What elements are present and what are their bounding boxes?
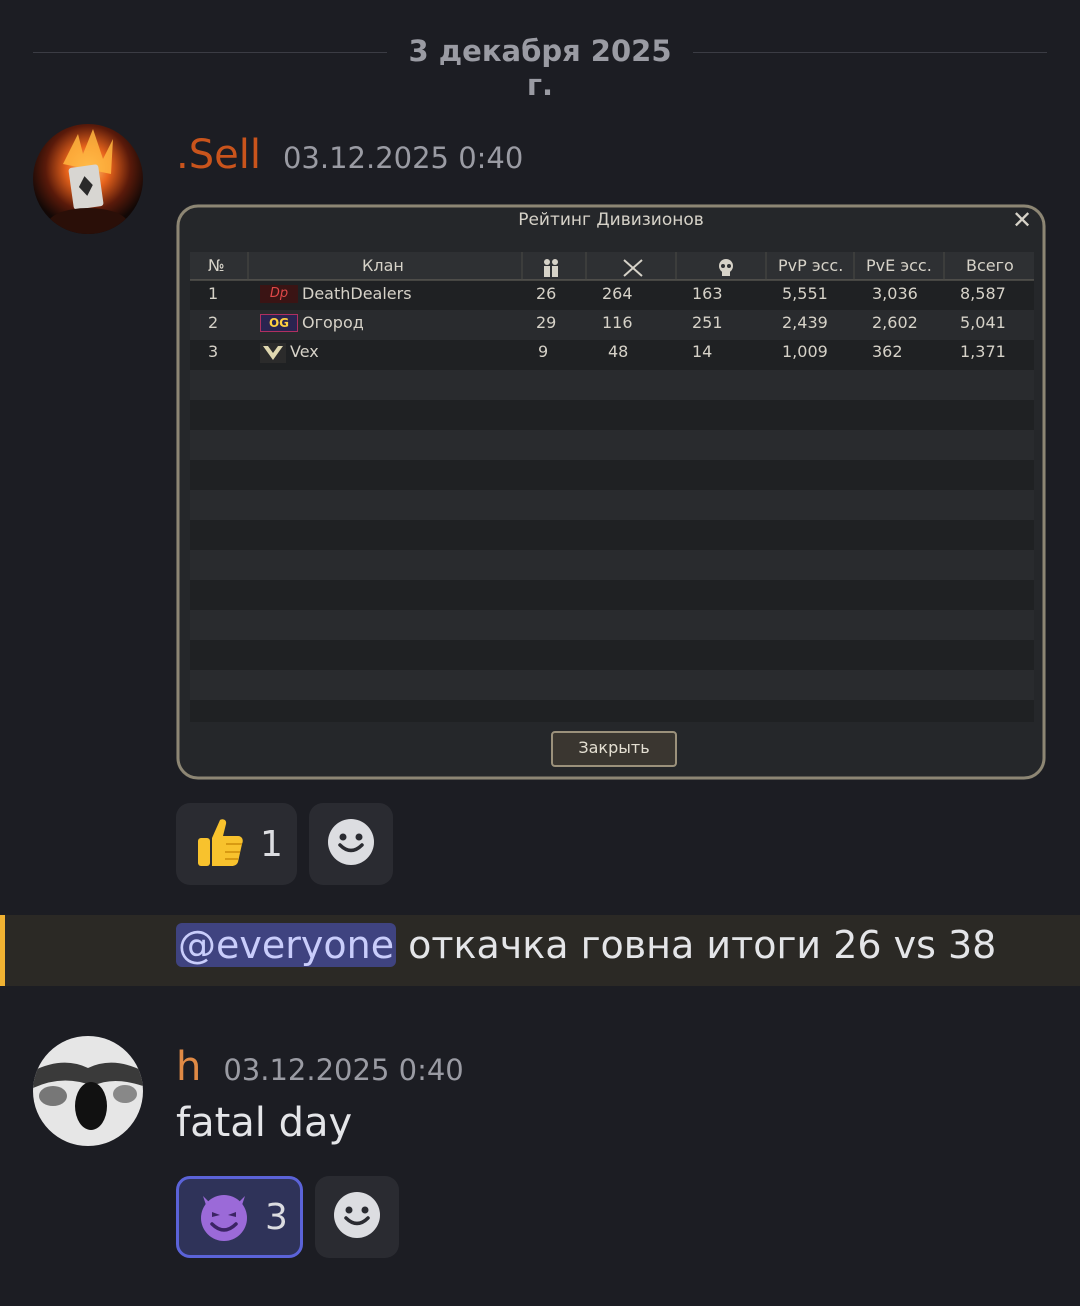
deaths: 163 — [692, 284, 723, 303]
pve: 362 — [872, 342, 903, 361]
avatar-card-fire-image — [33, 124, 143, 234]
timestamp: 03.12.2025 0:40 — [223, 1053, 464, 1087]
avatar-h[interactable] — [33, 1036, 143, 1146]
clan-badge: OG — [260, 314, 298, 332]
timestamp: 03.12.2025 0:40 — [282, 141, 524, 175]
mention-message-text: @everyone откачка говна итоги 26 vs 38 — [176, 923, 996, 967]
deaths: 251 — [692, 313, 723, 332]
col-clan[interactable]: Клан — [362, 256, 404, 275]
col-rank[interactable]: № — [208, 256, 225, 275]
pvp: 5,551 — [782, 284, 828, 303]
attachment-image[interactable]: Рейтинг Дивизионов ✕ № Клан PvP эсс. PvE… — [176, 204, 1046, 780]
total: 8,587 — [960, 284, 1006, 303]
pve: 3,036 — [872, 284, 918, 303]
members: 26 — [536, 284, 557, 303]
mention-highlight-bar — [0, 915, 5, 986]
reactions-sell: 1 — [176, 803, 393, 885]
kills: 264 — [602, 284, 633, 303]
message-header-sell: .Sell 03.12.2025 0:40 — [176, 132, 523, 178]
close-button[interactable]: Закрыть — [552, 738, 676, 757]
close-icon[interactable]: ✕ — [1012, 206, 1032, 234]
window-title: Рейтинг Дивизионов — [518, 210, 704, 230]
clan-emblem-icon — [260, 343, 286, 367]
divider-line-left — [33, 52, 387, 53]
clan-badge: Dp — [260, 285, 298, 303]
members: 9 — [538, 342, 549, 361]
message-text-fatal-day: fatal day — [176, 1100, 353, 1146]
avatar-bw-face-image — [33, 1036, 143, 1146]
reactions-h: 3 — [176, 1176, 399, 1258]
add-reaction-button[interactable] — [309, 803, 393, 885]
kills: 48 — [608, 342, 629, 361]
add-reaction-button[interactable] — [315, 1176, 399, 1258]
thumbs-up-icon — [192, 814, 248, 874]
table-row[interactable]: 1 Dp DeathDealers 26 264 163 5,551 3,036… — [190, 284, 1034, 310]
avatar-sell[interactable] — [33, 124, 143, 234]
row-rank: 2 — [208, 313, 219, 332]
kills: 116 — [602, 313, 633, 332]
pve: 2,602 — [872, 313, 918, 332]
members-icon[interactable] — [540, 258, 562, 282]
table-row[interactable]: 3 Vex 9 48 14 1,009 362 1,371 — [190, 342, 1034, 368]
message-header-h: h 03.12.2025 0:40 — [176, 1044, 464, 1090]
everyone-mention[interactable]: @everyone — [176, 923, 397, 967]
row-rank: 1 — [208, 284, 219, 303]
message-text: откачка говна итоги 26 vs 38 — [408, 923, 997, 967]
mention-message[interactable]: @everyone откачка говна итоги 26 vs 38 — [0, 915, 1080, 986]
clan-name: DeathDealers — [302, 284, 412, 303]
clan-name: Огород — [302, 313, 364, 332]
row-rank: 3 — [208, 342, 219, 361]
table-row[interactable]: 2 OG Огород 29 116 251 2,439 2,602 5,041 — [190, 313, 1034, 339]
swords-icon[interactable] — [622, 258, 644, 282]
date-divider: 3 декабря 2025 г. — [33, 28, 1047, 102]
reaction-count: 1 — [260, 823, 283, 865]
smiley-add-icon — [333, 1191, 381, 1243]
col-total[interactable]: Всего — [966, 256, 1014, 275]
divider-line-right — [693, 52, 1047, 53]
clan-name: Vex — [290, 342, 319, 361]
col-pvp[interactable]: PvP эсс. — [778, 256, 843, 275]
members: 29 — [536, 313, 557, 332]
table-header: № Клан PvP эсс. PvE эсс. Всего — [190, 256, 1034, 280]
col-pve[interactable]: PvE эсс. — [866, 256, 932, 275]
date-divider-label: 3 декабря 2025 г. — [408, 34, 672, 102]
skull-icon[interactable] — [716, 258, 736, 282]
total: 1,371 — [960, 342, 1006, 361]
deaths: 14 — [692, 342, 713, 361]
reaction-thumbs-up[interactable]: 1 — [176, 803, 297, 885]
username-h[interactable]: h — [176, 1044, 201, 1090]
reaction-smiling-devil[interactable]: 3 — [176, 1176, 303, 1258]
pvp: 2,439 — [782, 313, 828, 332]
pvp: 1,009 — [782, 342, 828, 361]
smiley-add-icon — [327, 818, 375, 870]
total: 5,041 — [960, 313, 1006, 332]
smiling-devil-icon — [195, 1186, 253, 1248]
username-sell[interactable]: .Sell — [176, 132, 261, 178]
reaction-count: 3 — [265, 1196, 288, 1238]
